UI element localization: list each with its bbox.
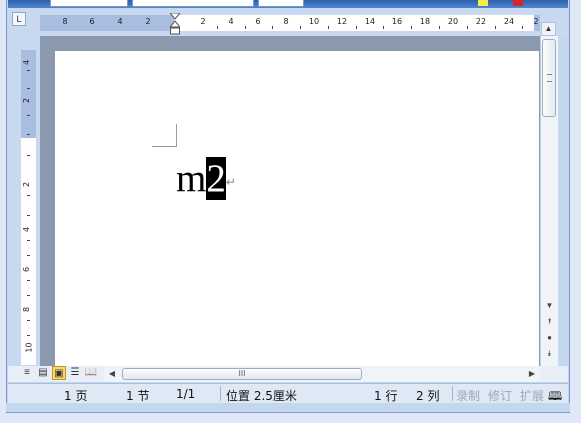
document-text[interactable]: m2↵ [176,150,236,211]
ruler-tick [328,26,329,29]
status-record[interactable]: 录制 [456,387,480,404]
vruler-tick [27,134,30,135]
ruler-number: 8 [283,17,289,26]
split-scroll-icon[interactable]: ▲ [541,22,556,36]
vruler-tick [27,295,30,296]
ruler-tick [467,26,468,29]
vertical-scrollbar[interactable]: ▼ ⯭ ● ⯯ [540,36,558,366]
ruler-number: 4 [228,17,234,26]
vruler-tick [27,195,30,196]
horizontal-scrollbar[interactable]: ◀ III ▶ [104,366,540,382]
highlight-color-button[interactable] [478,0,488,6]
ruler-number: 22 [475,17,487,26]
ruler-number: 14 [364,17,376,26]
status-bar: 1 页 1 节 1/1 位置 2.5厘米 1 行 2 列 录制 修订 扩展 🕮 [8,383,568,404]
vruler-number: 2 [22,181,32,188]
vertical-scroll-thumb[interactable] [542,39,556,117]
paragraph-mark: ↵ [225,175,236,190]
vruler-tick [27,70,30,71]
select-browse-object-icon[interactable]: ● [543,332,556,344]
scroll-left-icon[interactable]: ◀ [106,368,118,380]
formatting-toolbar [8,0,568,8]
ruler-number: 8 [62,17,68,26]
status-separator [452,386,453,401]
ruler-tick [411,26,412,29]
status-position: 位置 2.5厘米 [226,389,297,403]
indent-marker-icon[interactable] [170,13,180,35]
ruler-number: 10 [308,17,320,26]
vruler-tick [27,240,30,241]
ruler-tick [356,26,357,29]
vruler-tick [27,155,30,156]
vruler-tick [27,320,30,321]
font-dropdown[interactable] [132,0,254,7]
vruler-tick [27,88,30,89]
font-color-button[interactable] [513,0,523,6]
vruler-tick [27,280,30,281]
ruler-number: 12 [336,17,348,26]
ruler-number: 18 [419,17,431,26]
ruler-tick [439,26,440,29]
vruler-tick [27,215,30,216]
status-line: 1 行 [374,389,398,403]
status-revise[interactable]: 修订 [488,387,512,404]
ruler-tick [383,26,384,29]
ruler-number: 2 [200,17,206,26]
vruler-tick [27,115,30,116]
horizontal-ruler[interactable]: 8 6 4 2 2 4 6 8 10 12 14 16 18 20 22 24 … [40,15,540,31]
normal-view-icon[interactable]: ≡ [20,366,34,380]
ruler-number: 6 [89,17,95,26]
ruler-number: 4 [117,17,123,26]
print-layout-view-icon[interactable]: ▣ [52,366,66,380]
text-base[interactable]: m [176,157,206,200]
vruler-tick [27,335,30,336]
ruler-tick [300,26,301,29]
ruler-tick [217,26,218,29]
status-column: 2 列 [416,389,440,403]
vruler-number: 4 [22,59,32,66]
ruler-tick [495,26,496,29]
scroll-down-icon[interactable]: ▼ [543,300,556,312]
web-layout-view-icon[interactable]: ▤ [36,366,50,380]
left-margin-area [40,15,174,31]
selected-text[interactable]: 2 [206,157,226,200]
vruler-number: 8 [22,306,32,313]
vruler-tick [27,255,30,256]
ruler-number: 20 [447,17,459,26]
vruler-number: 2 [22,97,32,104]
text-boundary-corner [152,124,177,147]
vruler-number: 10 [24,342,34,353]
ruler-tick [522,26,523,29]
font-size-dropdown[interactable] [258,0,304,7]
vruler-number: 6 [22,266,32,273]
document-page[interactable] [55,51,539,366]
window-bottom-edge [6,403,570,413]
vruler-number: 4 [22,226,32,233]
status-separator [220,386,221,401]
outline-view-icon[interactable]: ☰ [68,366,82,380]
ruler-tick [245,26,246,29]
status-page: 1 页 [64,389,88,403]
horizontal-scroll-thumb[interactable]: III [122,368,362,380]
status-extend[interactable]: 扩展 [520,387,546,404]
ruler-number: 2 [533,17,539,26]
previous-page-icon[interactable]: ⯭ [543,316,556,328]
ruler-number: 16 [391,17,403,26]
next-page-icon[interactable]: ⯯ [543,348,556,360]
ruler-number: 6 [255,17,261,26]
ruler-tick [272,26,273,29]
reading-layout-view-icon[interactable]: 📖 [84,366,98,380]
status-page-count: 1/1 [176,387,196,401]
ruler-number: 24 [503,17,515,26]
ruler-number: 2 [145,17,151,26]
scroll-right-icon[interactable]: ▶ [526,368,538,380]
status-section: 1 节 [126,389,150,403]
vertical-ruler[interactable]: 4 2 2 4 6 8 10 [21,50,36,365]
style-dropdown[interactable] [50,0,128,7]
tab-selector-button[interactable]: L [12,12,26,26]
